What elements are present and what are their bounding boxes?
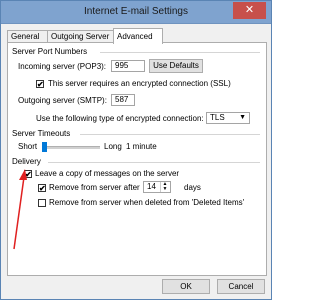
chevron-down-icon: ▼ bbox=[239, 114, 246, 121]
remove-after-checkbox[interactable]: ✔ bbox=[38, 184, 46, 193]
ssl-checkbox[interactable]: ✔ bbox=[36, 80, 44, 89]
use-defaults-button[interactable]: Use Defaults bbox=[149, 59, 203, 73]
advanced-panel: Server Port Numbers Incoming server (POP… bbox=[7, 42, 267, 276]
leave-copy-label: Leave a copy of messages on the server bbox=[35, 169, 180, 178]
outgoing-port-input[interactable]: 587 bbox=[111, 94, 135, 106]
timeout-value: 1 minute bbox=[126, 142, 157, 151]
window-title: Internet E-mail Settings bbox=[84, 6, 188, 17]
ssl-checkbox-label: This server requires an encrypted connec… bbox=[48, 79, 231, 88]
timeout-long-label: Long bbox=[104, 142, 122, 151]
remove-after-days-value: 14 bbox=[147, 182, 156, 191]
tab-advanced[interactable]: Advanced bbox=[113, 28, 163, 44]
encryption-type-select[interactable]: TLS ▼ bbox=[206, 112, 250, 124]
incoming-server-label: Incoming server (POP3): bbox=[18, 62, 107, 71]
incoming-port-input[interactable]: 995 bbox=[111, 60, 145, 72]
days-label: days bbox=[184, 183, 201, 192]
outgoing-server-label: Outgoing server (SMTP): bbox=[18, 96, 107, 105]
settings-dialog: Internet E-mail Settings ✕ General Outgo… bbox=[0, 0, 272, 300]
annotation-arrow-icon bbox=[13, 169, 27, 250]
remove-deleted-label: Remove from server when deleted from 'De… bbox=[49, 198, 245, 207]
server-ports-heading: Server Port Numbers bbox=[12, 47, 88, 56]
timeout-slider-thumb[interactable] bbox=[42, 142, 47, 152]
remove-after-days-stepper[interactable]: 14 ▲ ▼ bbox=[143, 181, 171, 193]
ok-button[interactable]: OK bbox=[162, 279, 210, 294]
divider bbox=[48, 162, 260, 163]
timeout-slider-track[interactable] bbox=[42, 146, 100, 149]
cancel-button[interactable]: Cancel bbox=[217, 279, 265, 294]
divider bbox=[80, 134, 260, 135]
encryption-type-label: Use the following type of encrypted conn… bbox=[36, 114, 204, 123]
divider bbox=[100, 52, 260, 53]
encryption-type-value: TLS bbox=[210, 113, 225, 122]
remove-deleted-checkbox[interactable] bbox=[38, 199, 46, 207]
spin-arrows-icon[interactable]: ▲ ▼ bbox=[160, 182, 169, 192]
title-bar: Internet E-mail Settings ✕ bbox=[1, 1, 271, 24]
remove-after-label: Remove from server after bbox=[49, 183, 140, 192]
close-button[interactable]: ✕ bbox=[233, 2, 266, 19]
server-timeouts-heading: Server Timeouts bbox=[12, 129, 71, 138]
timeout-short-label: Short bbox=[18, 142, 38, 151]
